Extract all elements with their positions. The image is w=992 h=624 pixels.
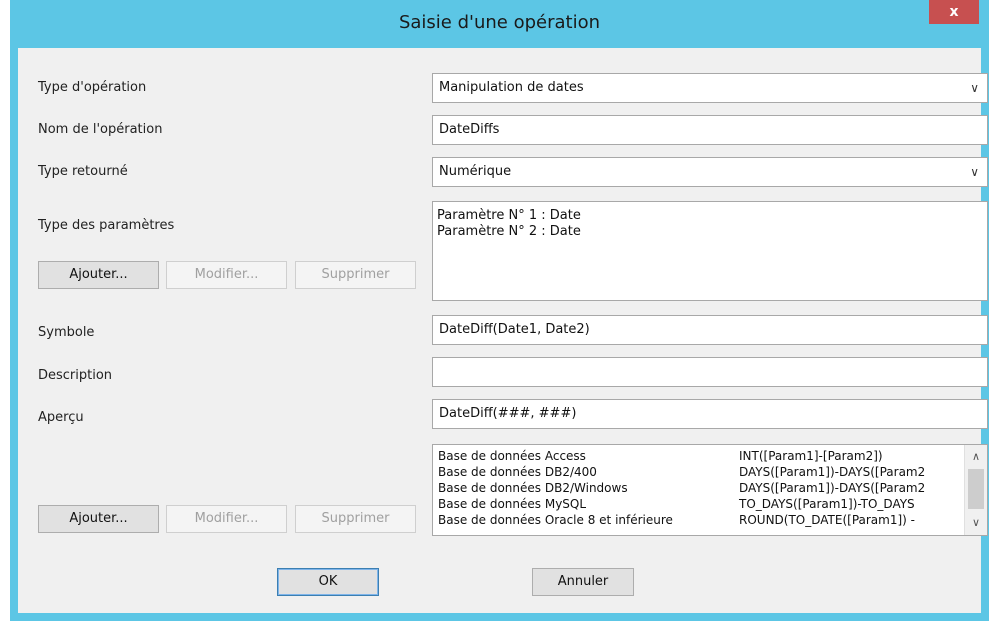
symbole-label: Symbole [38,325,95,340]
database-expression: DAYS([Param1])-DAYS([Param2 [739,465,926,479]
annuler-button[interactable]: Annuler [532,568,634,596]
chevron-down-icon[interactable]: ∨ [965,513,987,533]
ajouter-database-button[interactable]: Ajouter... [38,505,159,533]
database-name: Base de données DB2/Windows [438,481,628,495]
modifier-parametre-button[interactable]: Modifier... [166,261,287,289]
list-item[interactable]: Paramètre N° 2 : Date [437,224,983,240]
supprimer-database-button[interactable]: Supprimer [295,505,416,533]
databases-list[interactable]: Base de données Access INT([Param1]-[Par… [432,444,988,536]
database-name: Base de données DB2/400 [438,465,597,479]
modifier-database-button[interactable]: Modifier... [166,505,287,533]
chevron-down-icon: ∨ [970,81,979,95]
chevron-up-icon[interactable]: ∧ [965,447,987,467]
apercu-field: DateDiff(###, ###) [432,399,988,429]
table-row[interactable]: Base de données DB2/400 DAYS([Param1])-D… [433,465,967,480]
vertical-scrollbar[interactable]: ∧ ∨ [964,445,987,535]
type-retourne-label: Type retourné [38,164,128,179]
database-expression: ROUND(TO_DATE([Param1]) - [739,513,915,527]
table-row[interactable]: Base de données DB2/Windows DAYS([Param1… [433,481,967,496]
title-bar[interactable]: Saisie d'une opération x [10,0,989,48]
ajouter-parametre-button[interactable]: Ajouter... [38,261,159,289]
database-name: Base de données Access [438,449,586,463]
apercu-label: Aperçu [38,410,84,425]
type-operation-label: Type d'opération [38,80,147,95]
chevron-down-icon: ∨ [970,165,979,179]
description-label: Description [38,368,113,383]
type-operation-value: Manipulation de dates [439,80,584,95]
close-button[interactable]: x [929,0,979,24]
dialog-title: Saisie d'une opération [398,12,601,33]
table-row[interactable]: Base de données Oracle 8 et inférieure R… [433,513,967,528]
type-parametres-label: Type des paramètres [38,218,175,233]
database-name: Base de données Oracle 8 et inférieure [438,513,673,527]
scrollbar-thumb[interactable] [968,469,984,509]
database-expression: TO_DAYS([Param1])-TO_DAYS [739,497,915,511]
table-row[interactable]: Base de données Access INT([Param1]-[Par… [433,449,967,464]
ok-button[interactable]: OK [277,568,379,596]
database-expression: INT([Param1]-[Param2]) [739,449,883,463]
nom-operation-input[interactable]: DateDiffs [432,115,988,145]
table-row[interactable]: Base de données MySQL TO_DAYS([Param1])-… [433,497,967,512]
dialog-window: Saisie d'une opération x Type d'opératio… [10,0,989,621]
list-item[interactable]: Paramètre N° 1 : Date [437,208,983,224]
parametres-list[interactable]: Paramètre N° 1 : Date Paramètre N° 2 : D… [432,201,988,301]
dialog-body: Type d'opération Manipulation de dates ∨… [18,48,988,613]
symbole-input[interactable]: DateDiff(Date1, Date2) [432,315,988,345]
type-operation-select[interactable]: Manipulation de dates ∨ [432,73,988,103]
description-input[interactable] [432,357,988,387]
nom-operation-label: Nom de l'opération [38,122,163,137]
type-retourne-value: Numérique [439,164,512,179]
type-retourne-select[interactable]: Numérique ∨ [432,157,988,187]
database-expression: DAYS([Param1])-DAYS([Param2 [739,481,926,495]
supprimer-parametre-button[interactable]: Supprimer [295,261,416,289]
database-name: Base de données MySQL [438,497,587,511]
